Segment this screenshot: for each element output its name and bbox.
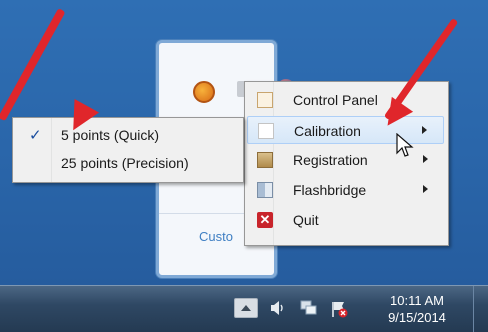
submenu-item-25-points[interactable]: 25 points (Precision)	[15, 150, 239, 176]
menu-item-flashbridge[interactable]: Flashbridge	[247, 176, 444, 204]
menu-item-label: Quit	[293, 212, 319, 228]
orange-circle-icon[interactable]	[193, 81, 215, 103]
customize-link[interactable]: Custo	[199, 229, 233, 244]
calibration-submenu: ✓ 5 points (Quick) 25 points (Precision)	[12, 117, 244, 183]
menu-item-label: Registration	[293, 152, 368, 168]
chevron-right-icon	[423, 185, 428, 193]
registration-icon	[257, 152, 273, 168]
network-icon[interactable]	[300, 300, 318, 316]
menu-item-quit[interactable]: ✕ Quit	[247, 206, 444, 234]
menu-item-control-panel[interactable]: Control Panel	[247, 86, 444, 114]
checkmark-icon: ✓	[29, 127, 42, 144]
desktop: Custo Control Panel Calibration Registra…	[0, 0, 488, 285]
menu-item-label: Flashbridge	[293, 182, 367, 198]
quit-icon: ✕	[257, 212, 273, 228]
submenu-item-5-points[interactable]: ✓ 5 points (Quick)	[15, 122, 239, 148]
menu-item-registration[interactable]: Registration	[247, 146, 444, 174]
mouse-cursor-icon	[396, 133, 414, 157]
menu-item-calibration[interactable]: Calibration	[247, 116, 444, 144]
system-clock[interactable]: 10:11 AM 9/15/2014	[372, 292, 462, 326]
menu-item-label: Calibration	[294, 123, 361, 139]
taskbar: 10:11 AM 9/15/2014	[0, 285, 488, 332]
control-panel-icon	[257, 92, 273, 108]
chevron-right-icon	[423, 155, 428, 163]
clock-date: 9/15/2014	[388, 310, 446, 325]
clock-time: 10:11 AM	[390, 293, 444, 308]
show-desktop-button[interactable]	[473, 286, 488, 332]
flashbridge-icon	[257, 182, 273, 198]
chevron-right-icon	[422, 126, 427, 134]
action-center-flag-icon[interactable]	[330, 300, 348, 318]
menu-item-label: Control Panel	[293, 92, 378, 108]
calibration-icon	[258, 123, 274, 139]
speaker-icon[interactable]	[270, 300, 284, 316]
show-hidden-icons-button[interactable]	[234, 298, 258, 318]
chevron-up-icon	[241, 305, 251, 311]
context-menu: Control Panel Calibration Registration F…	[244, 81, 449, 246]
submenu-item-label: 25 points (Precision)	[61, 155, 189, 171]
red-arrow-left	[0, 8, 66, 122]
